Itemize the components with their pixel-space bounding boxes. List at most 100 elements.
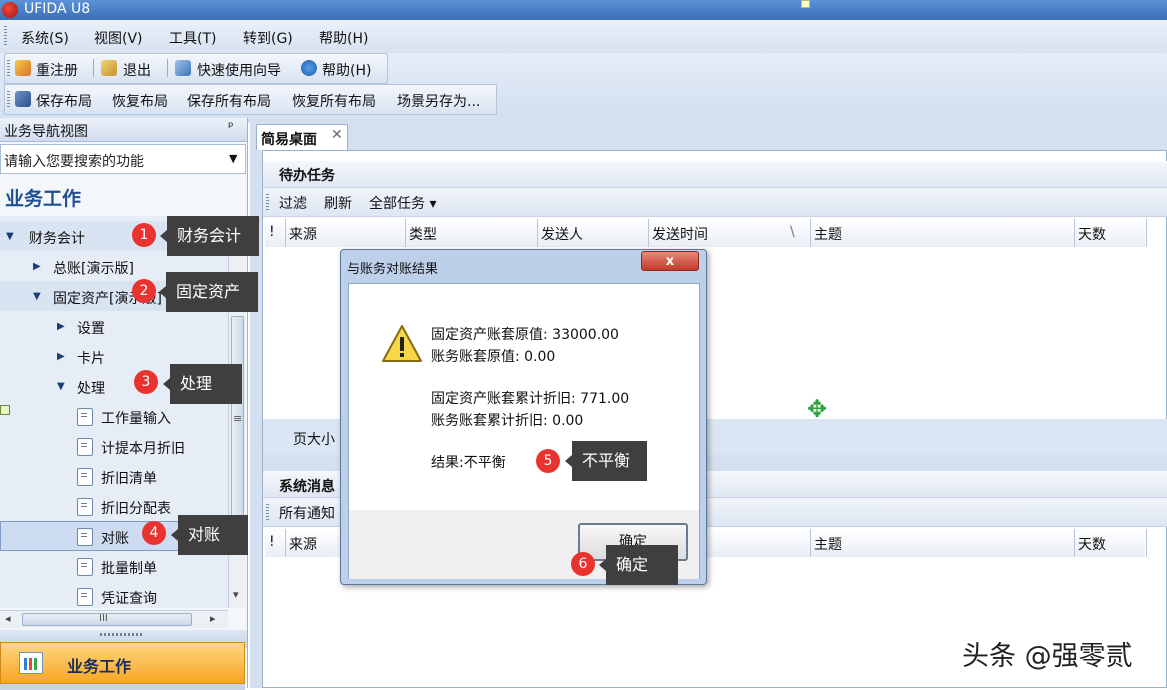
- tree-item-label: 工作量输入: [101, 411, 171, 427]
- step-badge-3: 3: [134, 370, 158, 394]
- nav-header-title: 业务导航视图: [4, 124, 88, 140]
- expanded-arrow-icon: ▼: [57, 381, 65, 392]
- nav-search-placeholder: 请输入您要搜索的功能: [4, 154, 144, 170]
- column-days[interactable]: 天数: [1074, 219, 1147, 247]
- tree-item-batch-voucher[interactable]: 批量制单: [0, 551, 228, 581]
- nav-business-work-label: 业务工作: [67, 657, 132, 676]
- tab-label: 简易桌面: [261, 132, 317, 148]
- save-scene-as-button[interactable]: 场景另存为...: [397, 91, 480, 111]
- document-icon: [77, 528, 93, 546]
- nav-vertical-scroll-thumb[interactable]: ≡: [231, 316, 244, 531]
- step-badge-1: 1: [132, 223, 156, 247]
- main-toolbar: 重注册 退出 快速使用向导 帮助(H): [4, 53, 388, 84]
- scroll-down-icon[interactable]: ▾: [233, 588, 239, 601]
- window-title: UFIDA U8: [24, 1, 91, 17]
- tree-item-label: 总账[演示版]: [53, 261, 134, 277]
- menu-view[interactable]: 视图(V): [94, 28, 143, 48]
- dialog-title: 与账务对账结果: [347, 262, 439, 277]
- left-marker: [0, 405, 10, 415]
- restore-all-layouts-button[interactable]: 恢复所有布局: [292, 91, 376, 111]
- column-subject[interactable]: 主题: [810, 219, 1075, 247]
- chevron-down-icon[interactable]: ▼: [229, 152, 237, 165]
- document-icon: [77, 498, 93, 516]
- tree-item-label: 财务会计: [29, 231, 85, 247]
- tree-item-label: 凭证查询: [101, 591, 157, 607]
- wizard-icon: [175, 60, 191, 76]
- column-days[interactable]: 天数: [1074, 529, 1147, 557]
- document-icon: [77, 408, 93, 426]
- all-notifications-button[interactable]: 所有通知: [279, 503, 335, 523]
- dialog-close-button[interactable]: x: [641, 251, 699, 271]
- refresh-button[interactable]: 刷新: [324, 193, 352, 213]
- tab-simple-desktop[interactable]: 简易桌面 ✕: [256, 124, 348, 150]
- step-badge-2: 2: [132, 279, 156, 303]
- fixed-assets-accumulated-depreciation: 固定资产账套累计折旧: 771.00: [431, 391, 630, 407]
- document-icon: [77, 468, 93, 486]
- tree-item-label: 折旧分配表: [101, 501, 171, 517]
- layout-toolbar: 保存布局 恢复布局 保存所有布局 恢复所有布局 场景另存为...: [4, 84, 497, 115]
- todo-title: 待办任务: [279, 168, 335, 184]
- todo-header: 待办任务: [263, 161, 1167, 187]
- document-icon: [77, 438, 93, 456]
- chart-icon: [19, 652, 43, 674]
- tree-item-label: 卡片: [77, 351, 105, 367]
- save-all-layouts-button[interactable]: 保存所有布局: [187, 91, 271, 111]
- system-messages-title: 系统消息: [279, 479, 335, 495]
- tree-item-label: 设置: [77, 321, 105, 337]
- tree-item-voucher-query[interactable]: 凭证查询: [0, 581, 228, 608]
- column-sender[interactable]: 发送人: [537, 219, 649, 247]
- tree-item-monthly-depreciation[interactable]: 计提本月折旧: [0, 431, 228, 461]
- all-tasks-dropdown[interactable]: 全部任务 ▾: [369, 193, 436, 213]
- expanded-arrow-icon: ▼: [33, 291, 41, 302]
- tree-item-workload-input[interactable]: 工作量输入: [0, 401, 228, 431]
- callout-financial-accounting: 财务会计: [160, 216, 259, 256]
- pin-icon[interactable]: ᵖ: [228, 120, 234, 135]
- ledger-original-value: 账务账套原值: 0.00: [431, 349, 556, 365]
- close-icon[interactable]: ✕: [331, 127, 343, 143]
- nav-bottom-strip: [0, 684, 245, 690]
- help-button[interactable]: 帮助(H): [322, 60, 371, 80]
- exit-button[interactable]: 退出: [123, 60, 151, 80]
- scroll-right-icon[interactable]: ▸: [210, 612, 216, 625]
- menu-system[interactable]: 系统(S): [21, 28, 69, 48]
- app-logo-icon: [2, 2, 18, 18]
- move-cursor-icon: ✥: [807, 395, 828, 423]
- column-send-time[interactable]: 发送时间 \: [648, 219, 811, 247]
- title-bar: UFIDA U8: [0, 0, 1167, 20]
- menu-tools[interactable]: 工具(T): [169, 28, 216, 48]
- step-badge-4: 4: [142, 521, 166, 545]
- filter-button[interactable]: 过滤: [279, 193, 307, 213]
- collapsed-arrow-icon: ▶: [33, 261, 41, 272]
- nav-horizontal-scroll-thumb[interactable]: III: [22, 613, 192, 626]
- menu-goto[interactable]: 转到(G): [243, 28, 293, 48]
- relogin-icon: [15, 60, 31, 76]
- nav-header: 业务导航视图 ᵖ: [0, 118, 247, 142]
- column-source[interactable]: 来源: [285, 219, 406, 247]
- callout-confirm: 确定: [599, 545, 678, 585]
- page-size-label: 页大小: [293, 432, 335, 448]
- collapsed-arrow-icon: ▶: [57, 351, 65, 362]
- tree-item-settings[interactable]: ▶ 设置: [0, 311, 228, 341]
- relogin-button[interactable]: 重注册: [36, 60, 78, 80]
- toolbar-area: 重注册 退出 快速使用向导 帮助(H) 保存布局 恢复布局 保存所有布局 恢复所…: [0, 53, 1167, 115]
- tree-item-label: 折旧清单: [101, 471, 157, 487]
- menu-bar: 系统(S) 视图(V) 工具(T) 转到(G) 帮助(H): [0, 20, 1167, 53]
- ledger-accumulated-depreciation: 账务账套累计折旧: 0.00: [431, 413, 584, 429]
- restore-layout-button[interactable]: 恢复布局: [112, 91, 168, 111]
- menu-help[interactable]: 帮助(H): [319, 28, 368, 48]
- save-layout-button[interactable]: 保存布局: [36, 91, 92, 111]
- tree-item-depreciation-list[interactable]: 折旧清单: [0, 461, 228, 491]
- column-flag[interactable]: !: [265, 219, 286, 247]
- wizard-button[interactable]: 快速使用向导: [197, 60, 281, 80]
- nav-business-work-tab[interactable]: 业务工作: [0, 642, 245, 684]
- nav-section-title: 业务工作: [5, 188, 82, 210]
- nav-search-input[interactable]: 请输入您要搜索的功能 ▼: [0, 144, 246, 174]
- column-type[interactable]: 类型: [405, 219, 538, 247]
- nav-horizontal-scrollbar[interactable]: ◂ III ▸: [0, 610, 228, 628]
- callout-unbalanced: 不平衡: [565, 441, 647, 481]
- column-subject[interactable]: 主题: [810, 529, 1075, 557]
- sort-indicator-icon: \: [790, 224, 795, 240]
- column-flag[interactable]: !: [265, 529, 286, 557]
- scroll-grip-icon: ≡: [233, 412, 243, 425]
- scroll-left-icon[interactable]: ◂: [5, 612, 11, 625]
